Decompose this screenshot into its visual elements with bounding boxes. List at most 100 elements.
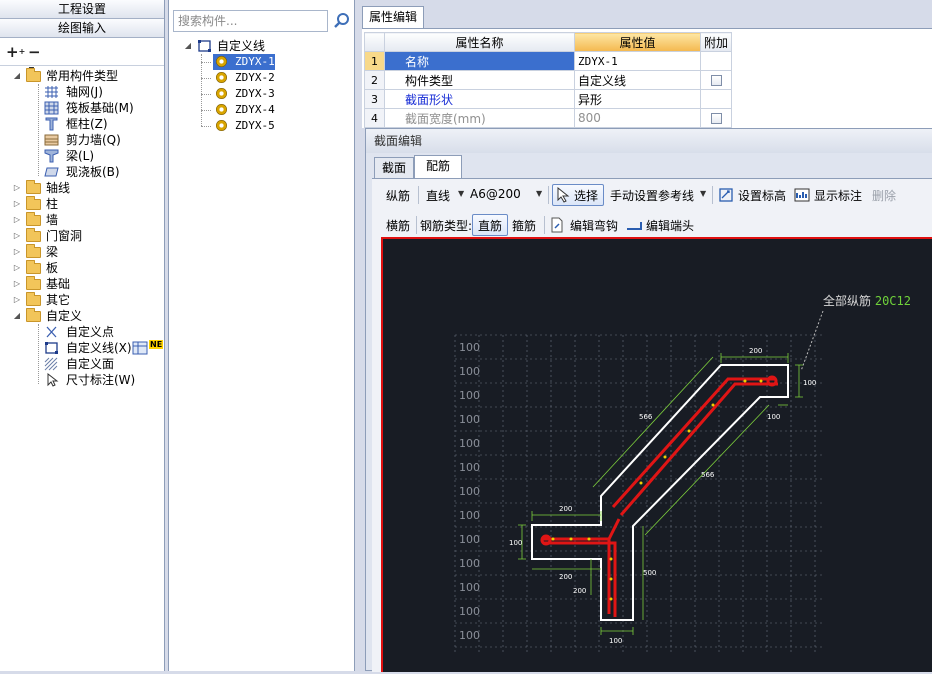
slab-icon bbox=[44, 167, 59, 177]
tab-properties[interactable]: 属性编辑 bbox=[362, 6, 424, 28]
search-input[interactable]: 搜索构件... bbox=[173, 10, 328, 32]
rebar-line[interactable] bbox=[543, 541, 617, 617]
svg-text:200: 200 bbox=[559, 573, 572, 581]
show-label-button[interactable]: 显示标注 bbox=[814, 187, 862, 204]
rebar-line[interactable] bbox=[607, 518, 621, 540]
folder-icon bbox=[26, 196, 41, 210]
table-row[interactable]: 3 截面形状 异形 bbox=[364, 89, 733, 109]
folder-icon bbox=[26, 276, 41, 290]
edit-end-button[interactable]: 编辑端头 bbox=[646, 217, 694, 234]
edit-end-icon[interactable] bbox=[626, 217, 644, 233]
table-row[interactable]: 1 名称 ZDYX-1 bbox=[364, 51, 733, 71]
tab-section[interactable]: 截面 bbox=[374, 157, 414, 179]
expand-arrow-icon[interactable]: ▷ bbox=[12, 276, 22, 292]
delete-button[interactable]: 删除 bbox=[872, 187, 896, 204]
folder-open-icon bbox=[26, 68, 41, 82]
component-list-pane: 搜索构件... ◢ 自定义线 ZDYX-1 ZDYX-2 ZDYX-3 ZDYX… bbox=[168, 0, 355, 671]
property-value-input[interactable]: ZDYX-1 bbox=[574, 51, 701, 71]
component-item[interactable]: ZDYX-4 bbox=[213, 102, 275, 118]
column-icon bbox=[45, 117, 58, 131]
expand-all-icon[interactable]: ++ bbox=[6, 44, 25, 60]
folder-icon bbox=[26, 180, 41, 194]
component-gear-icon bbox=[216, 88, 227, 99]
set-elevation-button[interactable]: 设置标高 bbox=[738, 187, 786, 204]
table-icon[interactable] bbox=[132, 341, 148, 355]
custom-line-icon bbox=[198, 40, 211, 52]
chevron-down-icon[interactable]: ▼ bbox=[536, 189, 542, 198]
expand-arrow-icon[interactable]: ▷ bbox=[12, 260, 22, 276]
section-canvas[interactable]: 100 100 100 100 100 100 100 100 100 100 100 100 100 bbox=[381, 237, 932, 672]
svg-text:566: 566 bbox=[639, 413, 653, 421]
chevron-down-icon[interactable]: ▼ bbox=[458, 189, 464, 198]
custom-area-icon bbox=[44, 357, 58, 371]
tree-toolbar: ++ −− bbox=[0, 40, 164, 72]
rebar-line[interactable] bbox=[611, 377, 775, 509]
expand-arrow-icon[interactable]: ▷ bbox=[12, 180, 22, 196]
properties-table: 属性名称 属性值 附加 1 名称 ZDYX-1 2 构件类型 自定义线 3 截面… bbox=[364, 32, 733, 128]
folder-open-icon bbox=[26, 308, 41, 322]
show-label-icon[interactable] bbox=[794, 187, 810, 203]
component-item[interactable]: ZDYX-2 bbox=[213, 70, 275, 86]
search-icon[interactable] bbox=[331, 10, 353, 32]
folder-icon bbox=[26, 228, 41, 242]
property-value-input[interactable]: 800 bbox=[574, 108, 701, 128]
svg-text:100: 100 bbox=[609, 637, 622, 645]
expand-arrow-icon[interactable]: ▷ bbox=[12, 196, 22, 212]
rebar-type-label: 钢筋类型: bbox=[420, 219, 473, 233]
component-item[interactable]: ZDYX-5 bbox=[213, 118, 275, 134]
edit-hook-button[interactable]: 编辑弯钩 bbox=[570, 217, 618, 234]
expand-arrow-icon[interactable]: ▷ bbox=[12, 212, 22, 228]
section-drawing[interactable]: 100 100 100 100 100 100 100 100 100 100 100 100 100 bbox=[383, 239, 932, 674]
header-property-value: 属性值 bbox=[574, 32, 701, 52]
collapse-arrow-icon[interactable]: ◢ bbox=[12, 68, 22, 84]
svg-text:100: 100 bbox=[767, 413, 780, 421]
table-row[interactable]: 4 截面宽度(mm) 800 bbox=[364, 108, 733, 128]
project-settings-button[interactable]: 工程设置 bbox=[0, 0, 164, 19]
property-value-input[interactable]: 异形 bbox=[574, 89, 701, 109]
grid-label: 100 bbox=[459, 389, 480, 402]
collapse-arrow-icon[interactable]: ◢ bbox=[183, 38, 193, 54]
drawing-input-button[interactable]: 绘图输入 bbox=[0, 19, 164, 38]
component-item[interactable]: ZDYX-1 bbox=[213, 54, 275, 70]
manual-ref-line-button[interactable]: 手动设置参考线 bbox=[610, 187, 694, 204]
component-item[interactable]: ZDYX-3 bbox=[213, 86, 275, 102]
table-row[interactable]: 2 构件类型 自定义线 bbox=[364, 70, 733, 90]
svg-text:500: 500 bbox=[643, 569, 656, 577]
line-mode-select[interactable]: 直线 bbox=[426, 187, 450, 204]
property-value-input[interactable]: 自定义线 bbox=[574, 70, 701, 90]
expand-arrow-icon[interactable]: ▷ bbox=[12, 244, 22, 260]
custom-point-icon bbox=[46, 326, 57, 338]
dimension-lines bbox=[518, 353, 803, 635]
expand-arrow-icon[interactable]: ▷ bbox=[12, 292, 22, 308]
rebar-hook[interactable] bbox=[766, 375, 778, 387]
grid-label: 100 bbox=[459, 533, 480, 546]
toolbar-primary: 纵筋 直线 ▼ A6@200 ▼ 选择 手动设置参考线 ▼ 设置标高 显示标注 … bbox=[372, 181, 932, 209]
set-elevation-icon[interactable] bbox=[718, 187, 734, 203]
grid-icon bbox=[45, 86, 58, 98]
shear-wall-icon bbox=[44, 134, 59, 146]
extra-checkbox[interactable] bbox=[710, 75, 722, 86]
folder-icon bbox=[26, 212, 41, 226]
longitudinal-rebar-button[interactable]: 纵筋 bbox=[386, 187, 410, 204]
properties-grid: 属性名称 属性值 附加 1 名称 ZDYX-1 2 构件类型 自定义线 3 截面… bbox=[362, 28, 932, 128]
transverse-rebar-button[interactable]: 横筋 bbox=[386, 217, 410, 234]
tab-reinforcement[interactable]: 配筋 bbox=[414, 155, 462, 179]
expand-arrow-icon[interactable]: ▷ bbox=[12, 228, 22, 244]
component-gear-icon bbox=[216, 104, 227, 115]
grid-label: 100 bbox=[459, 461, 480, 474]
grid-label: 100 bbox=[459, 413, 480, 426]
rebar-spec-select[interactable]: A6@200 bbox=[470, 187, 521, 201]
collapse-all-icon[interactable]: −− bbox=[28, 44, 44, 72]
section-outline[interactable] bbox=[531, 364, 789, 621]
extra-checkbox[interactable] bbox=[710, 113, 722, 124]
collapse-arrow-icon[interactable]: ◢ bbox=[12, 308, 22, 324]
grid-labels: 100 100 100 100 100 100 100 100 100 100 100 100 100 bbox=[459, 341, 480, 642]
grid-label: 100 bbox=[459, 365, 480, 378]
rebar-group[interactable] bbox=[540, 375, 778, 617]
tree-group-common[interactable]: ◢ 常用构件类型 bbox=[12, 68, 162, 84]
svg-text:200: 200 bbox=[749, 347, 762, 355]
chevron-down-icon[interactable]: ▼ bbox=[700, 189, 706, 198]
edit-hook-icon[interactable] bbox=[550, 217, 564, 233]
folder-icon bbox=[26, 260, 41, 274]
stirrup-button[interactable]: 箍筋 bbox=[512, 217, 536, 234]
